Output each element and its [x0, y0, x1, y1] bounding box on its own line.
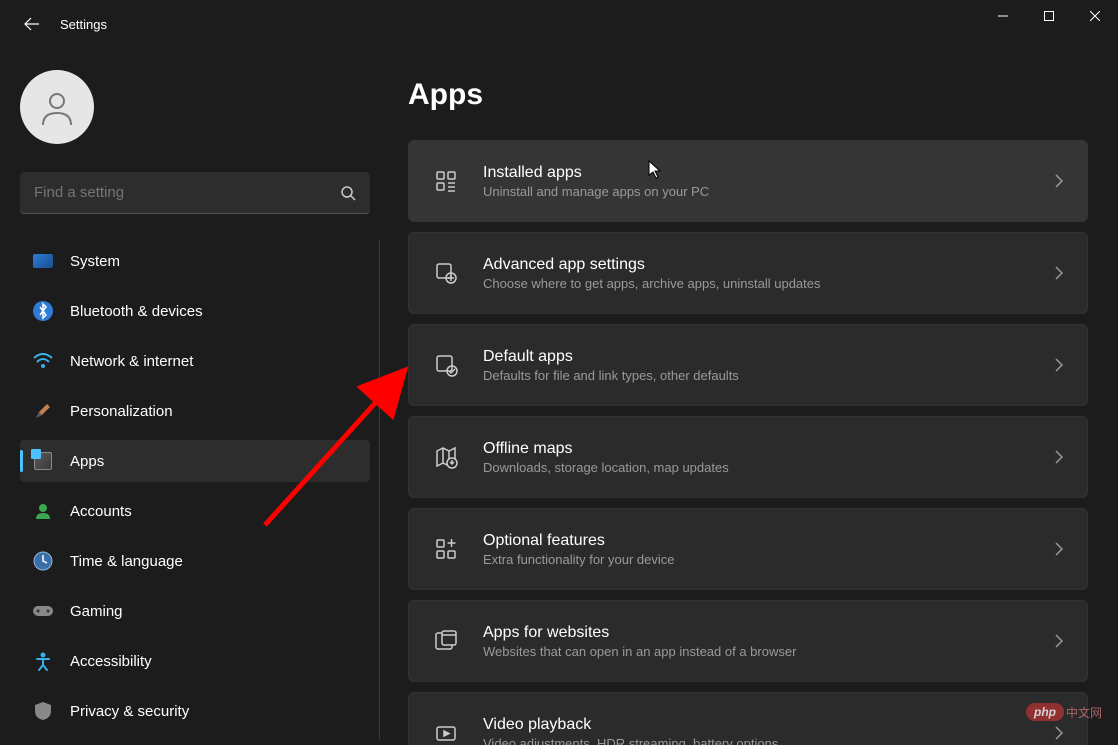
offline-maps-icon: [433, 444, 459, 470]
card-subtitle: Extra functionality for your device: [483, 552, 1055, 567]
card-offline-maps[interactable]: Offline maps Downloads, storage location…: [408, 416, 1088, 498]
card-subtitle: Video adjustments, HDR streaming, batter…: [483, 736, 1055, 745]
card-text: Installed apps Uninstall and manage apps…: [483, 164, 1055, 199]
sidebar-item-gaming[interactable]: Gaming: [20, 590, 370, 632]
search-input[interactable]: [34, 184, 340, 201]
video-playback-icon: [433, 720, 459, 745]
sidebar-item-network[interactable]: Network & internet: [20, 340, 370, 382]
content: Apps Installed apps Uninstall and manage…: [380, 48, 1118, 745]
page-title: Apps: [408, 78, 1088, 112]
card-text: Optional features Extra functionality fo…: [483, 532, 1055, 567]
default-apps-icon: [433, 352, 459, 378]
card-subtitle: Defaults for file and link types, other …: [483, 368, 1055, 383]
wifi-icon: [32, 350, 54, 372]
person-icon: [37, 87, 77, 127]
close-icon: [1090, 11, 1100, 21]
shield-icon: [32, 700, 54, 722]
nav-label: Personalization: [70, 403, 173, 420]
card-title: Installed apps: [483, 164, 1055, 182]
accessibility-icon: [32, 650, 54, 672]
watermark-badge: php: [1026, 703, 1064, 721]
chevron-right-icon: [1055, 358, 1063, 372]
nav-label: Network & internet: [70, 353, 193, 370]
card-subtitle: Choose where to get apps, archive apps, …: [483, 276, 1055, 291]
card-title: Advanced app settings: [483, 256, 1055, 274]
installed-apps-icon: [433, 168, 459, 194]
maximize-button[interactable]: [1026, 0, 1072, 32]
window-controls: [980, 0, 1118, 32]
card-list: Installed apps Uninstall and manage apps…: [408, 140, 1088, 745]
card-text: Default apps Defaults for file and link …: [483, 348, 1055, 383]
optional-features-icon: [433, 536, 459, 562]
bluetooth-icon: [32, 300, 54, 322]
sidebar-item-accounts[interactable]: Accounts: [20, 490, 370, 532]
card-subtitle: Downloads, storage location, map updates: [483, 460, 1055, 475]
sidebar-item-apps[interactable]: Apps: [20, 440, 370, 482]
card-text: Offline maps Downloads, storage location…: [483, 440, 1055, 475]
card-title: Default apps: [483, 348, 1055, 366]
chevron-right-icon: [1055, 542, 1063, 556]
nav-label: Time & language: [70, 553, 183, 570]
card-video-playback[interactable]: Video playback Video adjustments, HDR st…: [408, 692, 1088, 745]
chevron-right-icon: [1055, 266, 1063, 280]
card-text: Apps for websites Websites that can open…: [483, 624, 1055, 659]
maximize-icon: [1044, 11, 1054, 21]
nav-label: Gaming: [70, 603, 123, 620]
arrow-left-icon: [24, 16, 40, 32]
user-avatar[interactable]: [20, 70, 94, 144]
accounts-icon: [32, 500, 54, 522]
card-subtitle: Uninstall and manage apps on your PC: [483, 184, 1055, 199]
monitor-icon: [32, 250, 54, 272]
nav-label: Accounts: [70, 503, 132, 520]
card-title: Video playback: [483, 716, 1055, 734]
sidebar-item-system[interactable]: System: [20, 240, 370, 282]
apps-for-websites-icon: [433, 628, 459, 654]
chevron-right-icon: [1055, 450, 1063, 464]
nav-label: Accessibility: [70, 653, 152, 670]
search-box[interactable]: [20, 172, 370, 214]
close-button[interactable]: [1072, 0, 1118, 32]
search-icon: [340, 185, 356, 201]
minimize-icon: [998, 11, 1008, 21]
clock-globe-icon: [32, 550, 54, 572]
advanced-settings-icon: [433, 260, 459, 286]
card-installed-apps[interactable]: Installed apps Uninstall and manage apps…: [408, 140, 1088, 222]
card-advanced-app-settings[interactable]: Advanced app settings Choose where to ge…: [408, 232, 1088, 314]
sidebar-item-bluetooth[interactable]: Bluetooth & devices: [20, 290, 370, 332]
app-title: Settings: [60, 17, 107, 32]
watermark: php 中文网: [1026, 703, 1102, 721]
card-default-apps[interactable]: Default apps Defaults for file and link …: [408, 324, 1088, 406]
card-optional-features[interactable]: Optional features Extra functionality fo…: [408, 508, 1088, 590]
nav-label: Privacy & security: [70, 703, 189, 720]
card-title: Offline maps: [483, 440, 1055, 458]
nav-list: System Bluetooth & devices Network & int…: [20, 240, 380, 740]
back-button[interactable]: [12, 4, 52, 44]
paintbrush-icon: [32, 400, 54, 422]
sidebar-item-accessibility[interactable]: Accessibility: [20, 640, 370, 682]
apps-icon: [32, 450, 54, 472]
chevron-right-icon: [1055, 174, 1063, 188]
watermark-text: 中文网: [1066, 704, 1102, 721]
chevron-right-icon: [1055, 634, 1063, 648]
card-subtitle: Websites that can open in an app instead…: [483, 644, 1055, 659]
card-title: Apps for websites: [483, 624, 1055, 642]
nav-label: Apps: [70, 453, 104, 470]
gamepad-icon: [32, 600, 54, 622]
nav-label: Bluetooth & devices: [70, 303, 203, 320]
minimize-button[interactable]: [980, 0, 1026, 32]
sidebar: System Bluetooth & devices Network & int…: [0, 48, 380, 745]
sidebar-item-time-language[interactable]: Time & language: [20, 540, 370, 582]
titlebar: Settings: [0, 0, 1118, 48]
card-text: Video playback Video adjustments, HDR st…: [483, 716, 1055, 745]
nav-label: System: [70, 253, 120, 270]
card-apps-for-websites[interactable]: Apps for websites Websites that can open…: [408, 600, 1088, 682]
sidebar-item-privacy[interactable]: Privacy & security: [20, 690, 370, 732]
chevron-right-icon: [1055, 726, 1063, 740]
sidebar-item-personalization[interactable]: Personalization: [20, 390, 370, 432]
card-text: Advanced app settings Choose where to ge…: [483, 256, 1055, 291]
card-title: Optional features: [483, 532, 1055, 550]
